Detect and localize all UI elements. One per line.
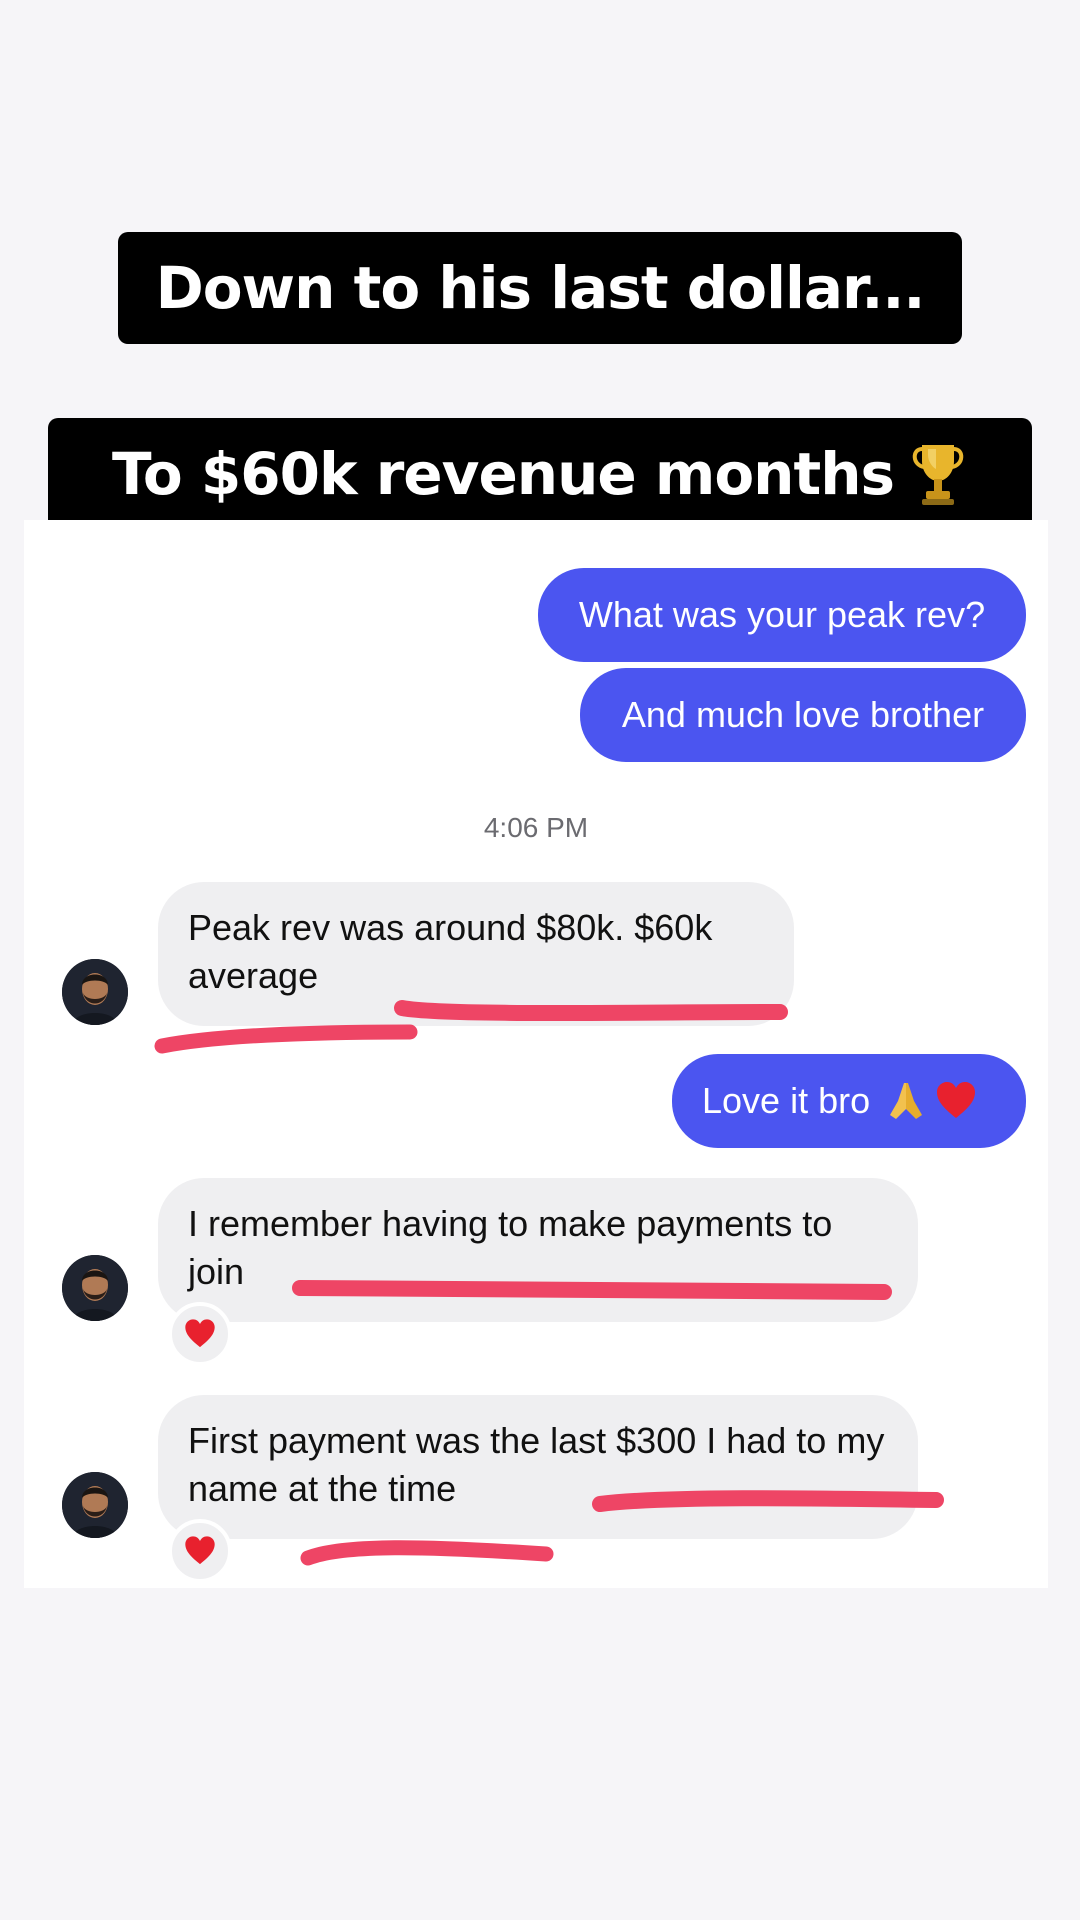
message-timestamp: 4:06 PM — [483, 812, 589, 843]
headline-text-2: To $60k revenue months — [111, 440, 895, 508]
outgoing-message-bubble: What was your peak rev? — [538, 568, 1026, 662]
chat-screenshot: What was your peak rev? And much love br… — [24, 520, 1048, 1588]
message-text: First payment was the last $300 I had to… — [188, 1420, 885, 1509]
avatar — [62, 1472, 128, 1538]
heart-reaction[interactable] — [168, 1302, 232, 1366]
heart-icon — [934, 1079, 978, 1123]
headline-caption-1: Down to his last dollar... — [118, 232, 962, 344]
outgoing-message-bubble: And much love brother — [580, 668, 1026, 762]
avatar — [62, 1255, 128, 1321]
headline-caption-2: To $60k revenue months — [48, 418, 1032, 530]
message-text: And much love brother — [621, 694, 985, 735]
trophy-icon — [908, 439, 968, 509]
message-text: Peak rev was around $80k. $60k average — [188, 907, 713, 996]
heart-icon — [185, 1536, 215, 1565]
incoming-message-bubble: Peak rev was around $80k. $60k average — [158, 882, 794, 1026]
incoming-message-bubble: I remember having to make payments to jo… — [158, 1178, 918, 1322]
heart-icon — [185, 1319, 215, 1348]
folded-hands-icon — [884, 1079, 928, 1123]
heart-reaction[interactable] — [168, 1519, 232, 1583]
avatar — [62, 959, 128, 1025]
message-text: What was your peak rev? — [578, 594, 986, 635]
headline-text-1: Down to his last dollar... — [155, 254, 926, 322]
incoming-message-bubble: First payment was the last $300 I had to… — [158, 1395, 918, 1539]
message-text: Love it bro — [702, 1080, 871, 1121]
message-text: I remember having to make payments to jo… — [188, 1203, 833, 1292]
outgoing-message-bubble: Love it bro — [672, 1054, 1026, 1148]
